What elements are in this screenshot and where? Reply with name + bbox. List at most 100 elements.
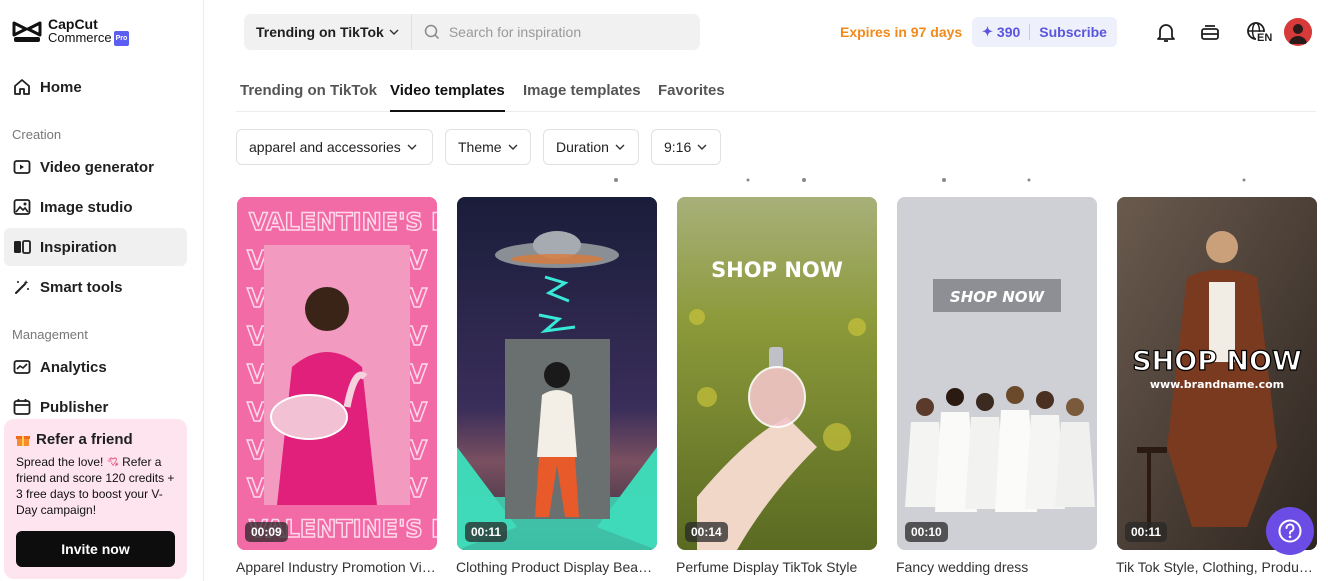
overlay-subtext: www.brandname.com bbox=[1150, 378, 1284, 391]
nav-smart-tools-label: Smart tools bbox=[40, 278, 123, 296]
template-caption[interactable]: Tik Tok Style, Clothing, Product Display bbox=[1116, 559, 1316, 575]
sparkle-icon: ✦ bbox=[982, 24, 993, 39]
filter-duration-label: Duration bbox=[556, 139, 609, 155]
nav-video-generator[interactable]: Video generator bbox=[4, 148, 187, 186]
refer-title: Refer a friend bbox=[36, 431, 133, 448]
template-thumbnail: SHOP NOW bbox=[897, 197, 1097, 550]
template-thumbnail bbox=[457, 197, 657, 550]
image-studio-icon bbox=[13, 198, 31, 216]
gift-icon bbox=[16, 435, 30, 446]
bell-icon[interactable] bbox=[1154, 20, 1178, 44]
filter-theme-label: Theme bbox=[458, 139, 502, 155]
help-button[interactable] bbox=[1266, 507, 1314, 555]
template-caption[interactable]: Clothing Product Display Beauty Template bbox=[456, 559, 656, 575]
subscribe-link[interactable]: Subscribe bbox=[1039, 24, 1107, 40]
search-icon bbox=[424, 24, 439, 40]
template-card[interactable]: SHOP NOW 00:10 bbox=[897, 197, 1097, 550]
credits-subscribe-pill[interactable]: ✦ 390 Subscribe bbox=[972, 17, 1117, 47]
tab-trending-on-tiktok[interactable]: Trending on TikTok bbox=[240, 82, 377, 99]
template-thumbnail: SHOP NOW bbox=[677, 197, 877, 550]
search-scope-label: Trending on TikTok bbox=[256, 24, 384, 40]
search-input[interactable] bbox=[448, 24, 689, 40]
duration-badge: 00:10 bbox=[905, 522, 948, 542]
nav-video-generator-label: Video generator bbox=[40, 158, 154, 176]
nav-publisher-label: Publisher bbox=[40, 398, 109, 416]
template-thumbnail: SHOP NOW www.brandname.com bbox=[1117, 197, 1317, 550]
chevron-down-icon bbox=[508, 144, 518, 150]
search-scope-dropdown[interactable]: Trending on TikTok bbox=[244, 14, 412, 50]
analytics-icon bbox=[13, 358, 31, 376]
tab-image-templates[interactable]: Image templates bbox=[523, 82, 641, 99]
template-caption[interactable]: Perfume Display TikTok Style bbox=[676, 559, 876, 575]
tab-bar: Trending on TikTok Video templates Image… bbox=[236, 76, 1316, 112]
scrolled-content-edge bbox=[614, 178, 1246, 182]
refer-description: Spread the love! 💘︎ Refer a friend and s… bbox=[16, 455, 175, 517]
chevron-down-icon bbox=[407, 144, 417, 150]
invite-now-button[interactable]: Invite now bbox=[16, 531, 175, 567]
home-icon bbox=[13, 78, 31, 96]
chevron-down-icon bbox=[389, 29, 399, 35]
template-card[interactable]: SHOP NOW 00:14 bbox=[677, 197, 877, 550]
section-creation-label: Creation bbox=[12, 127, 62, 142]
nav-home-label: Home bbox=[40, 78, 82, 96]
language-globe-icon[interactable]: EN bbox=[1242, 20, 1274, 44]
question-mark-icon bbox=[1278, 519, 1302, 543]
overlay-text: SHOP NOW bbox=[950, 288, 1046, 306]
overlay-text: VALENTINE'S DAY bbox=[249, 208, 437, 236]
template-card[interactable]: VALENTINE'S DAY VALENTINE'S DAY VVVVVVV … bbox=[237, 197, 437, 550]
overlay-text: SHOP NOW bbox=[1132, 346, 1302, 377]
duration-badge: 00:11 bbox=[465, 522, 508, 542]
section-management-label: Management bbox=[12, 327, 88, 342]
filter-theme[interactable]: Theme bbox=[445, 129, 531, 165]
nav-image-studio[interactable]: Image studio bbox=[4, 188, 187, 226]
capcut-commerce-logo[interactable]: CapCut Commerce Pro bbox=[12, 17, 130, 47]
duration-badge: 00:14 bbox=[685, 522, 728, 542]
filter-aspect-ratio-label: 9:16 bbox=[664, 139, 692, 155]
search-field bbox=[412, 14, 700, 50]
language-code: EN bbox=[1256, 32, 1274, 44]
chevron-down-icon bbox=[697, 144, 707, 150]
nav-smart-tools[interactable]: Smart tools bbox=[4, 268, 187, 306]
svg-text:V: V bbox=[407, 436, 427, 466]
template-caption[interactable]: Apparel Industry Promotion Video Templat… bbox=[236, 559, 436, 575]
pro-badge: Pro bbox=[113, 31, 130, 47]
search-bar: Trending on TikTok bbox=[244, 14, 700, 50]
svg-text:V: V bbox=[407, 284, 427, 314]
brand-sub: Commerce bbox=[48, 30, 112, 45]
filter-duration[interactable]: Duration bbox=[543, 129, 639, 165]
avatar[interactable] bbox=[1284, 18, 1312, 46]
svg-text:V: V bbox=[407, 246, 427, 276]
duration-badge: 00:11 bbox=[1125, 522, 1168, 542]
tab-favorites[interactable]: Favorites bbox=[658, 82, 725, 99]
overlay-text: SHOP NOW bbox=[711, 258, 843, 282]
calendar-icon bbox=[13, 398, 31, 416]
stack-icon[interactable] bbox=[1198, 20, 1222, 44]
heart-icon: 💘︎ bbox=[106, 455, 119, 469]
capcut-logo-icon bbox=[12, 21, 42, 43]
chevron-down-icon bbox=[615, 144, 625, 150]
credits-count: 390 bbox=[996, 24, 1021, 40]
nav-analytics-label: Analytics bbox=[40, 358, 107, 376]
svg-text:V: V bbox=[407, 360, 427, 390]
sidebar: CapCut Commerce Pro Home Creation Video g… bbox=[0, 0, 204, 581]
nav-image-studio-label: Image studio bbox=[40, 198, 133, 216]
inspiration-icon bbox=[13, 238, 31, 256]
filter-industry[interactable]: apparel and accessories bbox=[236, 129, 433, 165]
template-card[interactable]: SHOP NOW www.brandname.com 00:11 bbox=[1117, 197, 1317, 550]
nav-analytics[interactable]: Analytics bbox=[4, 348, 187, 386]
svg-text:V: V bbox=[407, 474, 427, 504]
template-thumbnail: VALENTINE'S DAY VALENTINE'S DAY VVVVVVV … bbox=[237, 197, 437, 550]
template-card[interactable]: 00:11 bbox=[457, 197, 657, 550]
nav-home[interactable]: Home bbox=[4, 68, 187, 106]
nav-inspiration[interactable]: Inspiration bbox=[4, 228, 187, 266]
filter-aspect-ratio[interactable]: 9:16 bbox=[651, 129, 721, 165]
duration-badge: 00:09 bbox=[245, 522, 288, 542]
filter-industry-label: apparel and accessories bbox=[249, 139, 401, 155]
template-caption[interactable]: Fancy wedding dress bbox=[896, 559, 1096, 575]
tab-video-templates[interactable]: Video templates bbox=[390, 82, 505, 112]
magic-wand-icon bbox=[13, 278, 31, 296]
svg-text:V: V bbox=[407, 398, 427, 428]
video-generator-icon bbox=[13, 158, 31, 176]
nav-inspiration-label: Inspiration bbox=[40, 238, 117, 256]
expires-notice[interactable]: Expires in 97 days bbox=[840, 24, 962, 40]
